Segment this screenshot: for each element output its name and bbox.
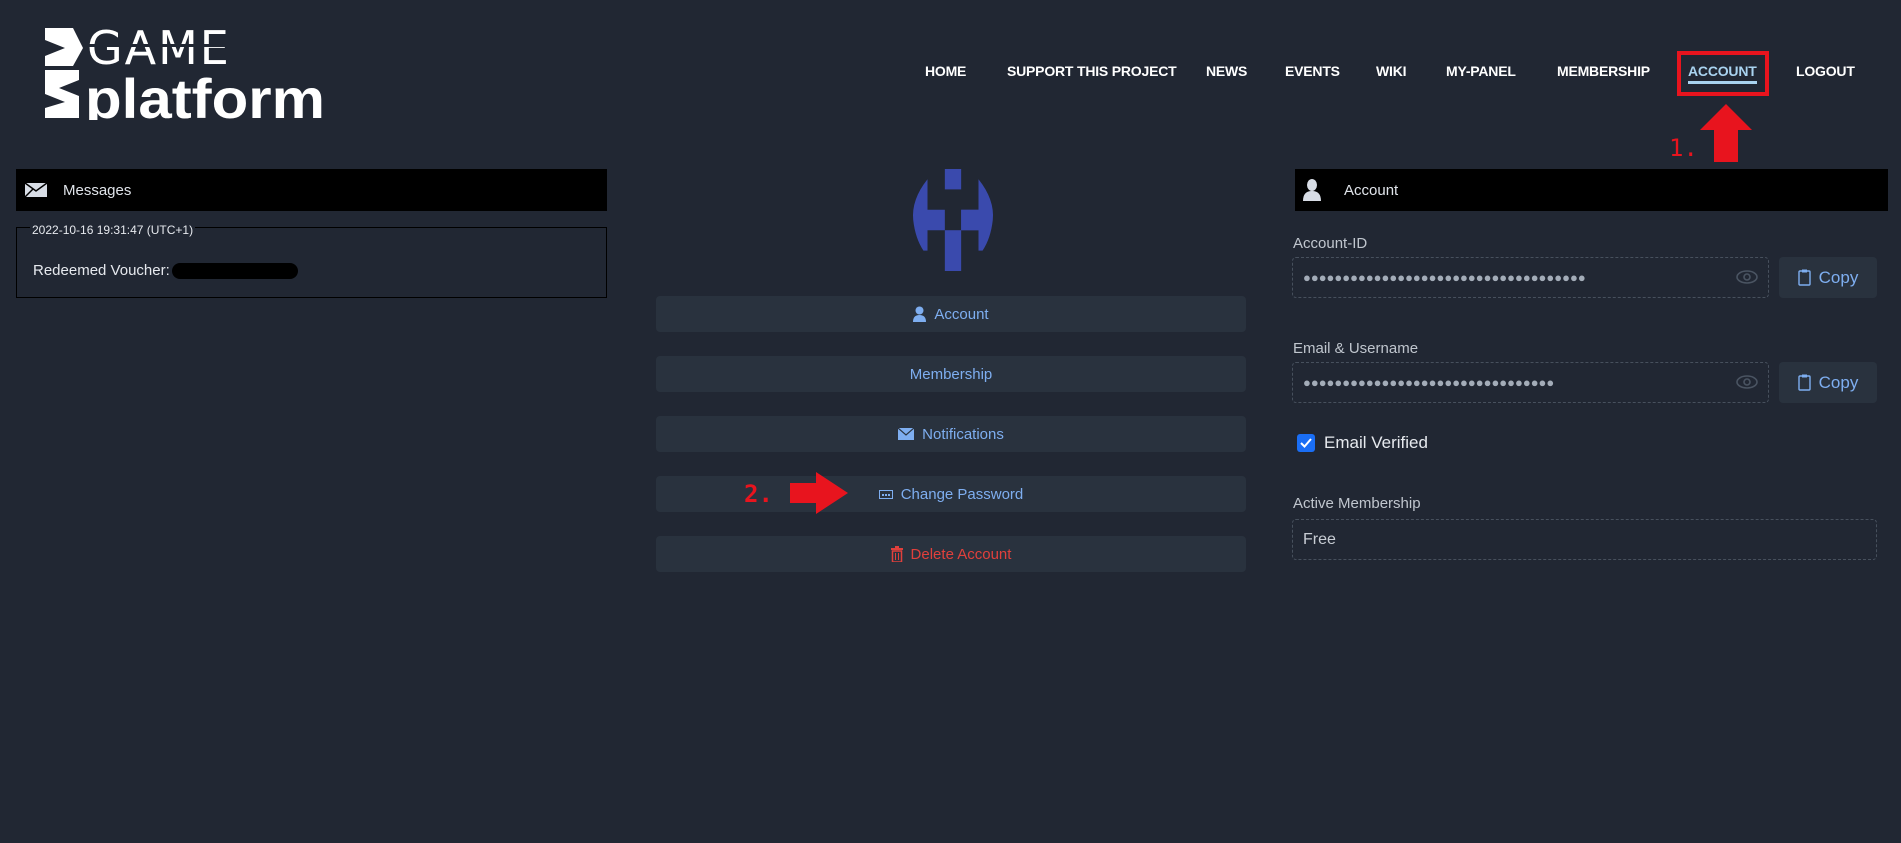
clipboard-icon	[1797, 269, 1811, 286]
menu-account-button[interactable]: Account	[656, 296, 1246, 332]
message-date: 2022-10-16 19:31:47 (UTC+1)	[30, 223, 196, 237]
copy-email-button[interactable]: Copy	[1779, 362, 1877, 403]
envelope-icon	[898, 428, 915, 440]
membership-field: Free	[1292, 519, 1877, 560]
menu-account-label: Account	[934, 305, 989, 323]
menu-notifications-button[interactable]: Notifications	[656, 416, 1246, 452]
menu-membership-label: Membership	[909, 365, 993, 383]
copy-label: Copy	[1818, 267, 1859, 287]
email-verified-row: Email Verified	[1297, 433, 1428, 453]
user-icon	[1303, 179, 1321, 201]
account-id-field[interactable]: ●●●●●●●●●●●●●●●●●●●●●●●●●●●●●●●●●●●●	[1292, 257, 1769, 298]
email-value: ●●●●●●●●●●●●●●●●●●●●●●●●●●●●●●●●	[1303, 375, 1555, 390]
account-id-value: ●●●●●●●●●●●●●●●●●●●●●●●●●●●●●●●●●●●●	[1303, 270, 1586, 285]
email-label: Email & Username	[1293, 340, 1419, 357]
annotation-step-2: 2.	[744, 480, 773, 508]
message-text: Redeemed Voucher:	[33, 262, 170, 279]
annotation-arrow-right-icon	[790, 472, 848, 514]
account-title: Account	[1344, 181, 1399, 199]
clipboard-icon	[1797, 374, 1811, 391]
logo[interactable]: GAME platform	[45, 21, 330, 130]
membership-value: Free	[1303, 530, 1336, 548]
annotation-highlight-box	[1677, 51, 1769, 96]
menu-delete-account-label: Delete Account	[910, 545, 1012, 563]
avatar	[912, 169, 994, 271]
annotation-arrow-up-icon	[1700, 104, 1752, 162]
email-verified-checkbox[interactable]	[1297, 434, 1315, 452]
nav-wiki[interactable]: WIKI	[1376, 63, 1407, 79]
nav-support[interactable]: SUPPORT THIS PROJECT	[1007, 63, 1177, 79]
nav-news[interactable]: NEWS	[1206, 63, 1247, 79]
svg-text:platform: platform	[85, 67, 325, 120]
password-icon	[878, 489, 893, 499]
messages-header: Messages	[16, 169, 607, 211]
account-id-label: Account-ID	[1293, 235, 1368, 252]
menu-membership-button[interactable]: Membership	[656, 356, 1246, 392]
annotation-step-1: 1.	[1669, 134, 1698, 162]
copy-label: Copy	[1818, 372, 1859, 392]
message-text-row: Redeemed Voucher:	[33, 262, 298, 279]
nav-logout[interactable]: LOGOUT	[1796, 63, 1855, 79]
eye-icon[interactable]	[1736, 374, 1758, 390]
nav-home[interactable]: HOME	[925, 63, 966, 79]
trash-icon	[890, 546, 903, 562]
menu-delete-account-button[interactable]: Delete Account	[656, 536, 1246, 572]
eye-icon[interactable]	[1736, 269, 1758, 285]
account-header: Account	[1295, 169, 1888, 211]
membership-label: Active Membership	[1293, 495, 1421, 512]
menu-change-password-label: Change Password	[900, 485, 1024, 503]
messages-title: Messages	[63, 181, 132, 199]
envelope-icon	[24, 182, 48, 198]
user-icon	[913, 306, 927, 322]
email-field[interactable]: ●●●●●●●●●●●●●●●●●●●●●●●●●●●●●●●●	[1292, 362, 1769, 403]
check-icon	[1300, 438, 1312, 448]
nav-events[interactable]: EVENTS	[1285, 63, 1340, 79]
nav-membership[interactable]: MEMBERSHIP	[1557, 63, 1650, 79]
nav-my-panel[interactable]: MY-PANEL	[1446, 63, 1516, 79]
email-verified-label: Email Verified	[1324, 433, 1428, 452]
copy-account-id-button[interactable]: Copy	[1779, 257, 1877, 298]
menu-notifications-label: Notifications	[922, 425, 1004, 443]
redacted-voucher	[171, 262, 298, 279]
